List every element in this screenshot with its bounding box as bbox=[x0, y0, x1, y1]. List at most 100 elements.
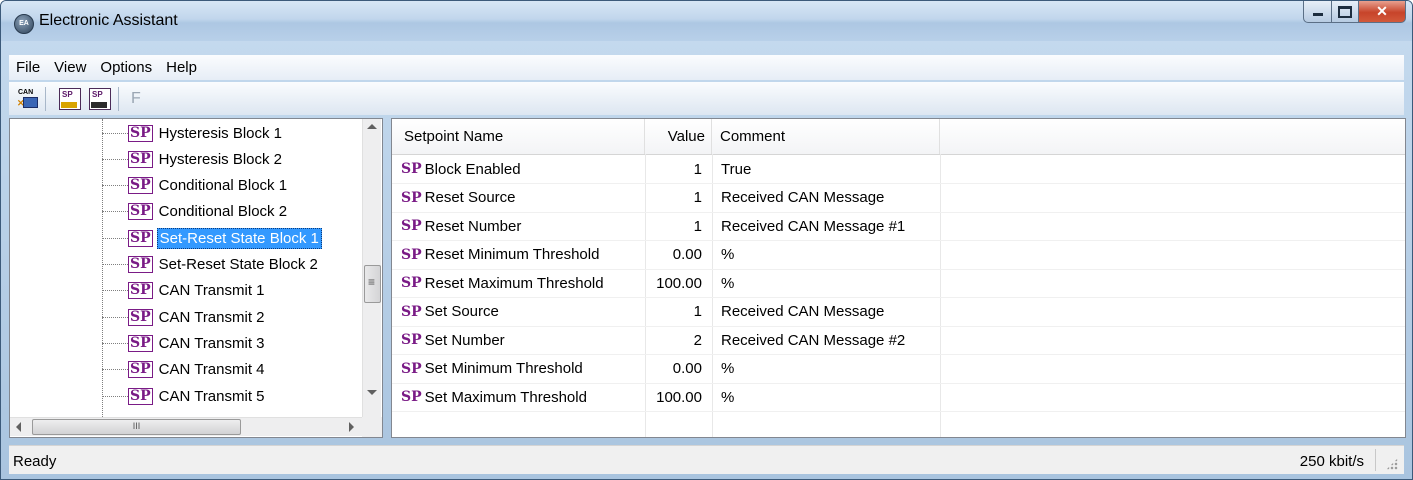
scroll-left-icon[interactable] bbox=[16, 422, 21, 432]
setpoint-name-cell: SP Reset Maximum Threshold bbox=[392, 269, 645, 297]
setpoint-value[interactable]: 1 bbox=[645, 155, 712, 183]
grid-header: Setpoint Name Value Comment bbox=[392, 119, 1405, 155]
app-globe-icon[interactable]: EA bbox=[14, 14, 34, 34]
tree-item[interactable]: SP CAN Transmit 1 bbox=[102, 278, 267, 304]
tree-item[interactable]: SP Hysteresis Block 1 bbox=[102, 120, 284, 146]
status-bar: Ready 250 kbit/s bbox=[9, 445, 1404, 474]
setpoint-icon: SP bbox=[128, 256, 153, 273]
save-setpoint-button[interactable]: SP bbox=[88, 87, 112, 111]
save-setpoint-icon: SP bbox=[89, 87, 111, 110]
tree-vertical-scrollbar[interactable] bbox=[362, 119, 381, 417]
setpoint-name-cell: SP Set Source bbox=[392, 298, 645, 326]
tree-item[interactable]: SP Conditional Block 1 bbox=[102, 173, 289, 199]
table-row[interactable]: SP Block Enabled 1 True bbox=[392, 155, 1405, 184]
tree-item-label: Hysteresis Block 2 bbox=[158, 150, 283, 168]
tree-item-label: Set-Reset State Block 2 bbox=[158, 256, 318, 273]
scroll-down-icon[interactable] bbox=[367, 390, 377, 395]
menu-help[interactable]: Help bbox=[159, 59, 204, 76]
resize-grip-icon[interactable] bbox=[1386, 458, 1398, 470]
tree-item-label: Conditional Block 1 bbox=[158, 177, 288, 195]
setpoint-value[interactable]: 0.00 bbox=[645, 241, 712, 269]
setpoint-name: Set Number bbox=[424, 331, 505, 349]
tree-item[interactable]: SP Set-Reset State Block 1 bbox=[102, 225, 322, 251]
setpoint-name: Reset Source bbox=[424, 189, 516, 206]
tree-hscroll-thumb[interactable]: III bbox=[32, 419, 241, 435]
setpoint-name: Reset Maximum Threshold bbox=[424, 274, 604, 292]
minimize-button[interactable] bbox=[1303, 1, 1332, 23]
column-header-value[interactable]: Value bbox=[645, 119, 712, 154]
scroll-up-icon[interactable] bbox=[367, 124, 377, 129]
table-row[interactable]: SP Set Source 1 Received CAN Message bbox=[392, 298, 1405, 327]
tree-item[interactable]: SP CAN Transmit 4 bbox=[102, 357, 267, 383]
setpoint-comment: % bbox=[721, 388, 735, 406]
open-sp-bar bbox=[61, 101, 77, 108]
setpoint-grid: Setpoint Name Value Comment SP Block Enab… bbox=[391, 118, 1406, 438]
maximize-button[interactable] bbox=[1332, 1, 1359, 23]
scroll-right-icon[interactable] bbox=[349, 422, 354, 432]
tree-item[interactable]: SP CAN Transmit 3 bbox=[102, 330, 267, 356]
setpoint-value[interactable]: 1 bbox=[645, 184, 712, 212]
tree-horizontal-scrollbar[interactable]: III bbox=[10, 417, 362, 436]
minimize-icon bbox=[1312, 13, 1323, 16]
tree-item[interactable]: SP Set-Reset State Block 2 bbox=[102, 252, 320, 278]
tree-connector bbox=[102, 316, 128, 318]
table-row[interactable]: SP Reset Source 1 Received CAN Message bbox=[392, 184, 1405, 213]
setpoint-comment: Received CAN Message bbox=[721, 303, 885, 320]
open-setpoint-button[interactable]: SP bbox=[58, 87, 82, 111]
table-row[interactable]: SP Reset Minimum Threshold 0.00% bbox=[392, 241, 1405, 270]
tree-item[interactable]: SP CAN Transmit 5 bbox=[102, 383, 267, 409]
table-row[interactable]: SP Set Minimum Threshold 0.00% bbox=[392, 355, 1405, 384]
title-bar[interactable]: EA Electronic Assistant ✕ bbox=[1, 1, 1412, 41]
tree-item-label: CAN Transmit 3 bbox=[158, 334, 265, 352]
tree-item-label: CAN Transmit 4 bbox=[158, 361, 265, 379]
table-row[interactable]: SP Reset Maximum Threshold 100.00% bbox=[392, 269, 1405, 298]
tree-item[interactable]: SP Hysteresis Block 2 bbox=[102, 146, 284, 172]
setpoint-comment: Received CAN Message #2 bbox=[721, 331, 906, 349]
setpoint-comment: % bbox=[721, 274, 735, 292]
menu-file[interactable]: File bbox=[9, 59, 47, 76]
tree-connector bbox=[102, 395, 128, 397]
menu-options[interactable]: Options bbox=[93, 59, 159, 76]
close-icon: ✕ bbox=[1376, 3, 1388, 19]
setpoint-name: Block Enabled bbox=[424, 160, 521, 178]
tree-connector bbox=[102, 290, 128, 292]
setpoint-value[interactable]: 2 bbox=[645, 326, 712, 354]
setpoint-value[interactable]: 0.00 bbox=[645, 355, 712, 383]
column-header-setpoint-name[interactable]: Setpoint Name bbox=[392, 119, 645, 154]
setpoint-value[interactable]: 100.00 bbox=[645, 383, 712, 411]
scroll-corner bbox=[362, 417, 382, 437]
close-button[interactable]: ✕ bbox=[1359, 1, 1406, 23]
connect-can-button[interactable]: CAN ✕ bbox=[15, 87, 39, 111]
flash-button[interactable]: F bbox=[131, 90, 141, 108]
setpoint-comment: Received CAN Message bbox=[721, 189, 885, 206]
window-title: Electronic Assistant bbox=[39, 12, 178, 29]
menu-view[interactable]: View bbox=[47, 59, 93, 76]
setpoint-name: Set Minimum Threshold bbox=[424, 360, 583, 377]
save-sp-bar bbox=[91, 101, 107, 108]
column-header-comment[interactable]: Comment bbox=[712, 119, 940, 154]
open-setpoint-icon: SP bbox=[59, 87, 81, 110]
baud-rate-indicator: 250 kbit/s bbox=[1299, 453, 1364, 470]
setpoint-icon: SP bbox=[128, 361, 153, 379]
tree-item[interactable]: SP CAN Transmit 2 bbox=[102, 304, 267, 330]
tree-view[interactable]: SP Hysteresis Block 1 SP Hysteresis Block 2… bbox=[10, 119, 362, 417]
setpoint-icon: SP bbox=[401, 303, 422, 320]
tree-vscroll-thumb[interactable] bbox=[364, 265, 381, 303]
setpoint-value[interactable]: 1 bbox=[645, 212, 712, 240]
table-row[interactable]: SP Set Maximum Threshold 100.00% bbox=[392, 383, 1405, 412]
toolbar: CAN ✕ SP SP F bbox=[9, 82, 1404, 115]
setpoint-value[interactable]: 1 bbox=[645, 298, 712, 326]
setpoint-comment: % bbox=[721, 360, 735, 377]
tree-item-label: CAN Transmit 1 bbox=[158, 282, 265, 300]
setpoint-name: Set Source bbox=[424, 303, 499, 320]
setpoint-name-cell: SP Block Enabled bbox=[392, 155, 645, 183]
setpoint-icon: SP bbox=[401, 218, 422, 234]
setpoint-tree: SP Hysteresis Block 1 SP Hysteresis Block 2… bbox=[9, 118, 383, 438]
setpoint-icon: SP bbox=[128, 334, 153, 352]
table-row[interactable]: SP Set Number 2 Received CAN Message #2 bbox=[392, 326, 1405, 355]
setpoint-value[interactable]: 100.00 bbox=[645, 269, 712, 297]
setpoint-comment: True bbox=[721, 160, 752, 178]
can-icon-text: CAN bbox=[18, 88, 34, 96]
table-row[interactable]: SP Reset Number 1 Received CAN Message #1 bbox=[392, 212, 1405, 241]
tree-item[interactable]: SP Conditional Block 2 bbox=[102, 199, 289, 225]
